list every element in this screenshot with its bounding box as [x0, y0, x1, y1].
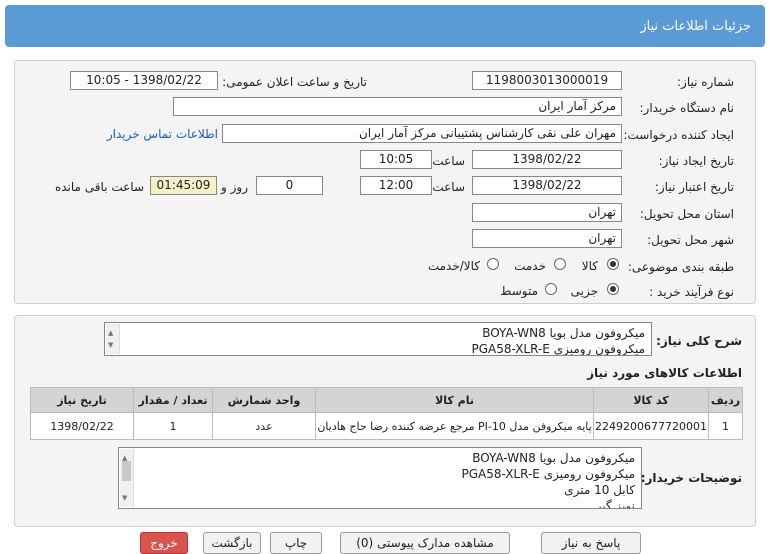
- created-date-field: 1398/02/22: [472, 150, 622, 169]
- category-radio-both[interactable]: [487, 258, 499, 270]
- row-name: پایه میکروفن مدل PI-10 مرجع عرضه کننده ر…: [315, 412, 595, 440]
- row-unit: عدد: [212, 412, 317, 440]
- scroll-down-icon[interactable]: ▼: [122, 490, 127, 506]
- page-header: جزئیات اطلاعات نیاز: [5, 5, 765, 47]
- category-label: طبقه بندی موضوعی:: [627, 260, 734, 274]
- scroll-thumb[interactable]: [122, 461, 131, 481]
- valid-time-label: ساعت: [432, 180, 465, 194]
- city-field: تهران: [472, 229, 622, 248]
- buyer-org-field: مرکز آمار ایران: [173, 97, 622, 116]
- province-label: استان محل تحویل:: [639, 207, 734, 221]
- valid-time-field: 12:00: [360, 176, 432, 195]
- notes-line: نویز گیر: [595, 499, 635, 509]
- row-code: 2249200677720001: [593, 412, 709, 440]
- creator-label: ایجاد کننده درخواست:: [623, 128, 734, 142]
- remaining-label: ساعت باقی مانده: [54, 180, 144, 194]
- column-header: تعداد / مقدار: [133, 387, 214, 413]
- column-header: کد کالا: [593, 387, 709, 413]
- creator-field: مهران علی نقی کارشناس پشتیبانی مرکز آمار…: [222, 124, 622, 143]
- column-header: ردیف: [708, 387, 743, 413]
- page-title: جزئیات اطلاعات نیاز: [640, 19, 751, 34]
- process-option-minor: جزیی: [570, 284, 598, 298]
- notes-textarea[interactable]: ▲ ▼ میکروفون مدل بویا BOYA-WN8 میکروفون …: [118, 447, 642, 509]
- need-number-label: شماره نیاز:: [677, 75, 734, 89]
- row-date: 1398/02/22: [29, 412, 135, 440]
- created-time-field: 10:05: [360, 150, 432, 169]
- valid-date-field: 1398/02/22: [472, 176, 622, 195]
- created-date-label: تاریخ ایجاد نیاز:: [658, 154, 734, 168]
- summary-label: شرح کلی نیاز:: [656, 334, 742, 348]
- category-option-service: خدمت: [514, 259, 546, 273]
- items-table-header: ردیف کد کالا نام کالا واحد شمارش تعداد /…: [29, 387, 743, 413]
- category-option-goods: کالا: [581, 259, 598, 273]
- created-time-label: ساعت: [432, 154, 465, 168]
- notes-line: کابل 10 متری: [564, 483, 635, 497]
- view-attachments-button[interactable]: مشاهده مدارک پیوستی (0): [340, 532, 510, 554]
- summary-scrollbar[interactable]: ▲ ▼: [106, 324, 120, 354]
- category-radio-goods[interactable]: [607, 258, 619, 270]
- summary-textarea[interactable]: ▲ ▼ میکروفون مدل بویا BOYA-WN8 میکروفون …: [104, 322, 652, 356]
- print-button[interactable]: چاپ: [270, 532, 322, 554]
- buyer-org-label: نام دستگاه خریدار:: [639, 101, 735, 115]
- process-option-medium: متوسط: [500, 284, 538, 298]
- summary-line: میکروفون مدل بویا BOYA-WN8: [482, 326, 645, 340]
- notes-scrollbar[interactable]: ▲ ▼: [120, 449, 134, 507]
- need-number-field: 1198003013000019: [472, 71, 622, 90]
- valid-date-label: تاریخ اعتبار نیاز:: [654, 180, 734, 194]
- table-row[interactable]: 1 2249200677720001 پایه میکروفن مدل PI-1…: [29, 412, 743, 440]
- reply-button[interactable]: پاسخ به نیاز: [541, 532, 641, 554]
- city-label: شهر محل تحویل:: [647, 233, 734, 247]
- row-index: 1: [708, 412, 743, 440]
- announce-field: 1398/02/22 - 10:05: [70, 71, 218, 90]
- process-radio-minor[interactable]: [607, 283, 619, 295]
- row-qty: 1: [133, 412, 214, 440]
- days-field: 0: [256, 176, 323, 195]
- province-field: تهران: [472, 203, 622, 222]
- process-radio-medium[interactable]: [545, 283, 557, 295]
- scroll-down-icon[interactable]: ▼: [108, 337, 113, 353]
- notes-label: توضیحات خریدار:: [640, 471, 742, 485]
- process-label: نوع فرآیند خرید :: [649, 285, 734, 299]
- exit-button[interactable]: خروج: [140, 532, 188, 554]
- category-option-both: کالا/خدمت: [427, 259, 480, 273]
- announce-label: تاریخ و ساعت اعلان عمومی:: [222, 75, 367, 89]
- notes-line: میکروفون رومیزی PGA58-XLR-E: [461, 467, 635, 481]
- days-label: روز و: [221, 180, 248, 194]
- remaining-time-field: 01:45:09: [150, 176, 217, 195]
- column-header: تاریخ نیاز: [29, 387, 135, 413]
- items-table: ردیف کد کالا نام کالا واحد شمارش تعداد /…: [29, 387, 743, 440]
- category-radio-service[interactable]: [554, 258, 566, 270]
- summary-line: میکروفون رومیزی PGA58-XLR-E: [471, 342, 645, 356]
- back-button[interactable]: بازگشت: [203, 532, 261, 554]
- buyer-contact-link[interactable]: اطلاعات تماس خریدار: [107, 127, 218, 141]
- column-header: نام کالا: [315, 387, 595, 413]
- column-header: واحد شمارش: [212, 387, 317, 413]
- items-section-title: اطلاعات کالاهای مورد نیاز: [587, 366, 742, 380]
- notes-line: میکروفون مدل بویا BOYA-WN8: [472, 451, 635, 465]
